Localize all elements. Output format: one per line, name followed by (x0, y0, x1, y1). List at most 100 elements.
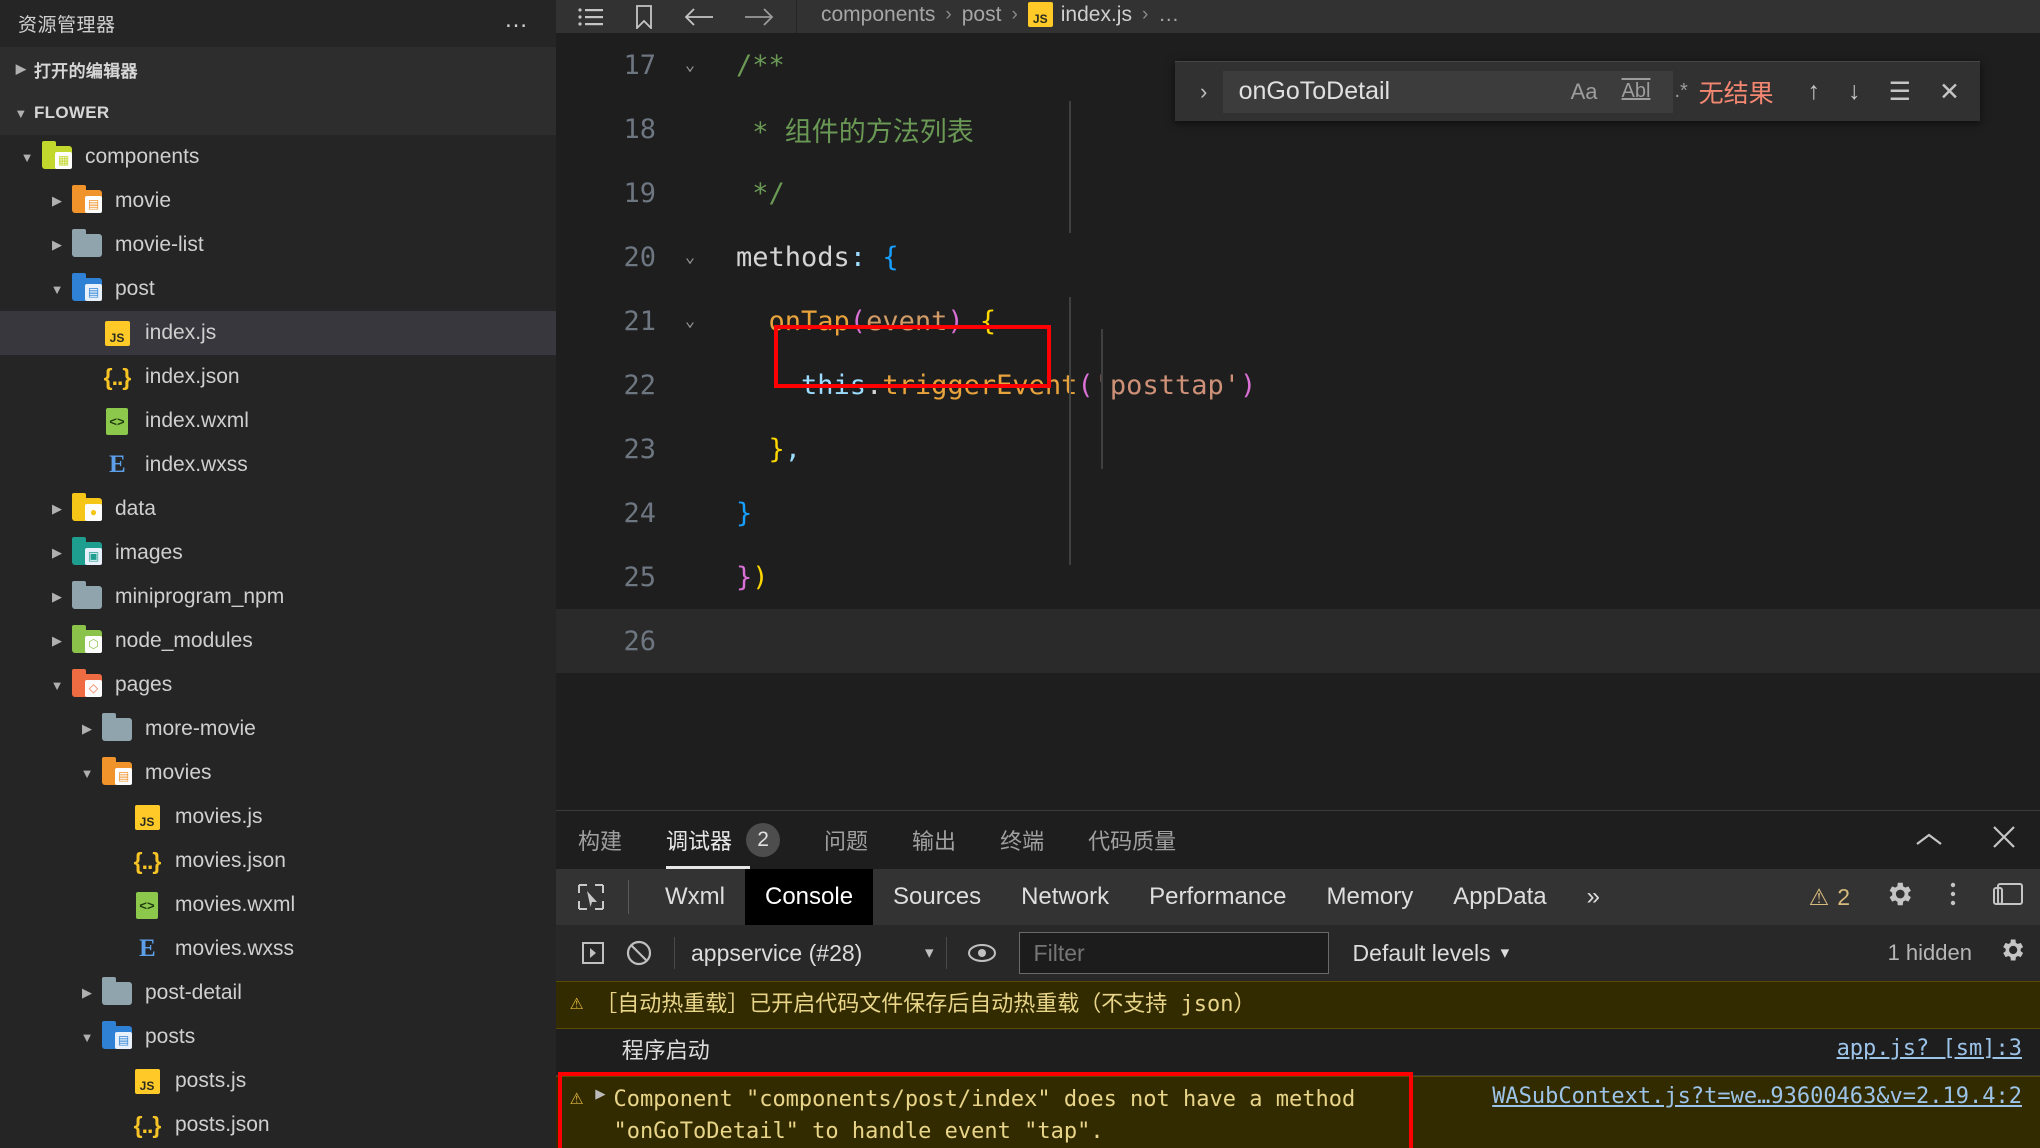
code-line[interactable]: 24} (556, 481, 2040, 545)
explorer-more-actions-icon[interactable]: … (504, 7, 530, 33)
devtools-tab-sources[interactable]: Sources (873, 869, 1001, 925)
tree-folder-pages[interactable]: ▼ ◇ pages (0, 663, 556, 707)
expand-arrow-icon[interactable]: ▶ (595, 1084, 605, 1104)
devtools-tab-console[interactable]: Console (744, 869, 874, 925)
console-message-source[interactable]: WASubContext.js?t=we…93600463&v=2.19.4:2 (1474, 1084, 2022, 1109)
tree-file-movies-wxml[interactable]: ▶<>movies.wxml (0, 883, 556, 927)
live-expression-icon[interactable] (959, 930, 1005, 976)
console-levels-select[interactable]: Default levels ▾ (1329, 940, 1510, 967)
console-message[interactable]: ⚠ ［自动热重载］已开启代码文件保存后自动热重载（不支持 json） (556, 981, 2040, 1029)
tree-folder-posts[interactable]: ▼ ▤ posts (0, 1015, 556, 1059)
code-line[interactable]: 25}) (556, 545, 2040, 609)
fold-chevron-icon[interactable]: ⌄ (666, 311, 714, 331)
chevron-right-icon[interactable]: ▶ (44, 633, 70, 649)
devtools-tab-memory[interactable]: Memory (1307, 869, 1434, 925)
gear-icon[interactable] (1998, 936, 2026, 970)
tree-file-movies-js[interactable]: ▶JSmovies.js (0, 795, 556, 839)
console-messages[interactable]: ⚠ ［自动热重载］已开启代码文件保存后自动热重载（不支持 json） 程序启动 ap… (556, 981, 2040, 1148)
fold-chevron-icon[interactable]: ⌄ (666, 247, 714, 267)
code-line[interactable]: 19 */ (556, 161, 2040, 225)
tree-folder-images[interactable]: ▶ ▣ images (0, 531, 556, 575)
panel-tab-2[interactable]: 问题 (824, 811, 868, 869)
chevron-down-icon[interactable]: ▼ (74, 766, 100, 781)
devtools-tab-wxml[interactable]: Wxml (645, 869, 745, 925)
find-input[interactable] (1236, 76, 1563, 107)
tree-file-posts-json[interactable]: ▶{..}posts.json (0, 1103, 556, 1147)
chevron-down-icon[interactable]: ▼ (44, 678, 70, 693)
console-filter-input[interactable] (1031, 938, 1316, 968)
code-editor[interactable]: 17 ⌄/** 18 * 组件的方法列表 19 */20 ⌄ methods: {21 ⌄ … (556, 33, 2040, 810)
sidebar-section-open-editors[interactable]: ▶ 打开的编辑器 (0, 47, 556, 91)
chevron-down-icon[interactable]: ▼ (74, 1030, 100, 1045)
code-line[interactable]: 23 }, (556, 417, 2040, 481)
breadcrumb-item-3[interactable]: … (1156, 3, 1181, 27)
hidden-messages-label[interactable]: 1 hidden (1888, 940, 1972, 966)
clear-console-icon[interactable] (616, 930, 662, 976)
step-into-icon[interactable] (570, 930, 616, 976)
tree-folder-components[interactable]: ▼ ▦ components (0, 135, 556, 179)
chevron-up-icon[interactable] (1914, 825, 1944, 856)
chevron-right-icon[interactable]: ▶ (44, 501, 70, 517)
tree-folder-movie[interactable]: ▶ ▤ movie (0, 179, 556, 223)
chevron-down-icon[interactable]: ▼ (14, 150, 40, 165)
tree-folder-post-detail[interactable]: ▶ post-detail (0, 971, 556, 1015)
find-previous-icon[interactable]: ↑ (1808, 77, 1821, 106)
find-next-icon[interactable]: ↓ (1848, 77, 1861, 106)
gear-icon[interactable] (1884, 879, 1914, 916)
tree-folder-movies[interactable]: ▼ ▤ movies (0, 751, 556, 795)
tree-folder-movie-list[interactable]: ▶ movie-list (0, 223, 556, 267)
breadcrumb-item-1[interactable]: post (960, 3, 1004, 27)
dock-panel-icon[interactable] (1992, 880, 2024, 915)
breadcrumb-item-0[interactable]: components (819, 3, 937, 27)
chevron-right-icon[interactable]: ▶ (44, 193, 70, 209)
find-input-wrapper[interactable]: Aa Abl .* (1222, 70, 1688, 113)
console-message[interactable]: ⚠ ▶ Component "components/post/index" does… (556, 1075, 2040, 1148)
console-message[interactable]: 程序启动 app.js? [sm]:3 (556, 1028, 2040, 1076)
devtools-tab-network[interactable]: Network (1001, 869, 1129, 925)
panel-tab-4[interactable]: 终端 (1000, 811, 1044, 869)
kebab-menu-icon[interactable] (1948, 879, 1958, 916)
bookmark-icon[interactable] (634, 4, 654, 29)
chevron-down-icon[interactable]: ▼ (44, 282, 70, 297)
panel-tab-0[interactable]: 构建 (578, 811, 622, 869)
close-icon[interactable]: ✕ (1939, 77, 1960, 107)
panel-tab-1[interactable]: 调试器 2 (666, 811, 781, 869)
tree-file-movies-wxss[interactable]: ▶Ǝmovies.wxss (0, 927, 556, 971)
chevron-right-icon[interactable]: ▶ (44, 589, 70, 605)
console-message-source[interactable]: app.js? [sm]:3 (1819, 1036, 2022, 1061)
tree-folder-post[interactable]: ▼ ▤ post (0, 267, 556, 311)
code-line[interactable]: 20 ⌄ methods: { (556, 225, 2040, 289)
code-line[interactable]: 26 (556, 609, 2040, 673)
whole-word-icon[interactable]: Abl (1618, 78, 1655, 105)
tree-file-index-wxss[interactable]: ▶Ǝindex.wxss (0, 443, 556, 487)
fold-chevron-icon[interactable]: ⌄ (666, 55, 714, 75)
list-icon[interactable] (578, 7, 604, 27)
tree-folder-data[interactable]: ▶ ● data (0, 487, 556, 531)
chevron-right-icon[interactable]: ▶ (44, 545, 70, 561)
tree-folder-more-movie[interactable]: ▶ more-movie (0, 707, 556, 751)
tree-file-posts-js[interactable]: ▶JSposts.js (0, 1059, 556, 1103)
tree-folder-node-modules[interactable]: ▶ ⬡ node_modules (0, 619, 556, 663)
tree-file-index-wxml[interactable]: ▶<>index.wxml (0, 399, 556, 443)
close-icon[interactable] (1990, 823, 2018, 858)
devtools-tab-appdata[interactable]: AppData (1433, 869, 1566, 925)
devtools-overflow-icon[interactable]: » (1567, 869, 1620, 925)
panel-tab-3[interactable]: 输出 (912, 811, 956, 869)
warning-count-chip[interactable]: ⚠ 2 (1809, 884, 1850, 911)
arrow-right-icon[interactable] (744, 7, 774, 27)
find-in-selection-icon[interactable]: ☰ (1889, 77, 1911, 107)
breadcrumb-item-2[interactable]: JS index.js (1026, 2, 1134, 27)
tree-folder-miniprogram-npm[interactable]: ▶ miniprogram_npm (0, 575, 556, 619)
arrow-left-icon[interactable] (684, 7, 714, 27)
chevron-right-icon[interactable]: › (1185, 79, 1223, 105)
find-widget[interactable]: › Aa Abl .* 无结果 ↑ ↓ ☰ ✕ (1174, 61, 1980, 121)
chevron-right-icon[interactable]: ▶ (74, 721, 100, 737)
sidebar-section-workspace-root[interactable]: ▼ FLOWER (0, 91, 556, 135)
inspect-cursor-icon[interactable] (570, 876, 612, 918)
console-filter-wrapper[interactable] (1018, 932, 1329, 974)
tree-file-index-js[interactable]: ▶JSindex.js (0, 311, 556, 355)
panel-tab-5[interactable]: 代码质量 (1088, 811, 1176, 869)
console-context-select[interactable]: appservice (#28) ▾ (687, 940, 934, 967)
chevron-right-icon[interactable]: ▶ (44, 237, 70, 253)
match-case-icon[interactable]: Aa (1567, 77, 1602, 107)
